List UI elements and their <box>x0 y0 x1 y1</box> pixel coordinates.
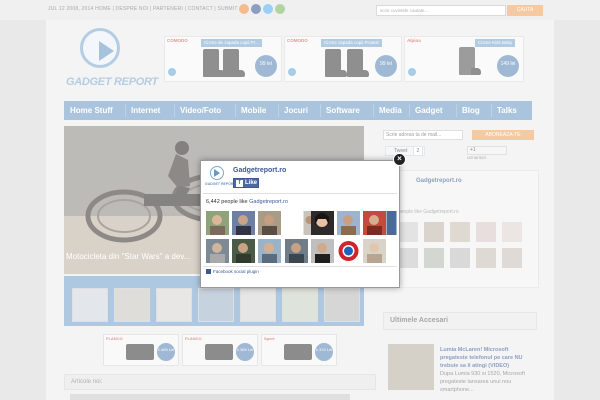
fan-avatar[interactable] <box>380 211 403 235</box>
fan-avatar[interactable] <box>258 239 281 263</box>
fan-avatar[interactable] <box>363 239 386 263</box>
fan-avatar[interactable] <box>311 239 334 263</box>
fan-avatar[interactable] <box>258 211 281 235</box>
footer-label: Facebook social plugin <box>213 269 259 274</box>
like-label: Like <box>245 180 258 186</box>
close-icon[interactable]: × <box>393 153 406 166</box>
bayern-logo-avatar[interactable] <box>337 239 360 263</box>
facebook-small-icon <box>206 269 211 275</box>
fan-avatar[interactable] <box>285 239 308 263</box>
fan-count-link[interactable]: Gadgetreport.ro <box>249 199 288 205</box>
fan-count-prefix: 6,442 people like <box>206 199 250 205</box>
fan-avatar[interactable] <box>232 211 255 235</box>
facebook-plugin-footer[interactable]: Facebook social plugin <box>206 269 259 275</box>
modal-logo-text: GADGET REPORT <box>205 182 236 186</box>
modal-page-logo[interactable]: GADGET REPORT <box>205 166 236 190</box>
play-logo-icon <box>210 166 224 180</box>
fan-avatar[interactable] <box>311 211 334 235</box>
facebook-like-button[interactable]: f Like <box>233 178 259 188</box>
modal-page-name[interactable]: Gadgetreport.ro <box>233 167 286 174</box>
fan-avatar[interactable] <box>232 239 255 263</box>
fan-avatar[interactable] <box>206 211 229 235</box>
fan-avatar[interactable] <box>206 239 229 263</box>
fan-count: 6,442 people like Gadgetreport.ro <box>206 199 288 205</box>
fan-avatar[interactable] <box>337 211 360 235</box>
facebook-f-icon: f <box>236 179 243 187</box>
